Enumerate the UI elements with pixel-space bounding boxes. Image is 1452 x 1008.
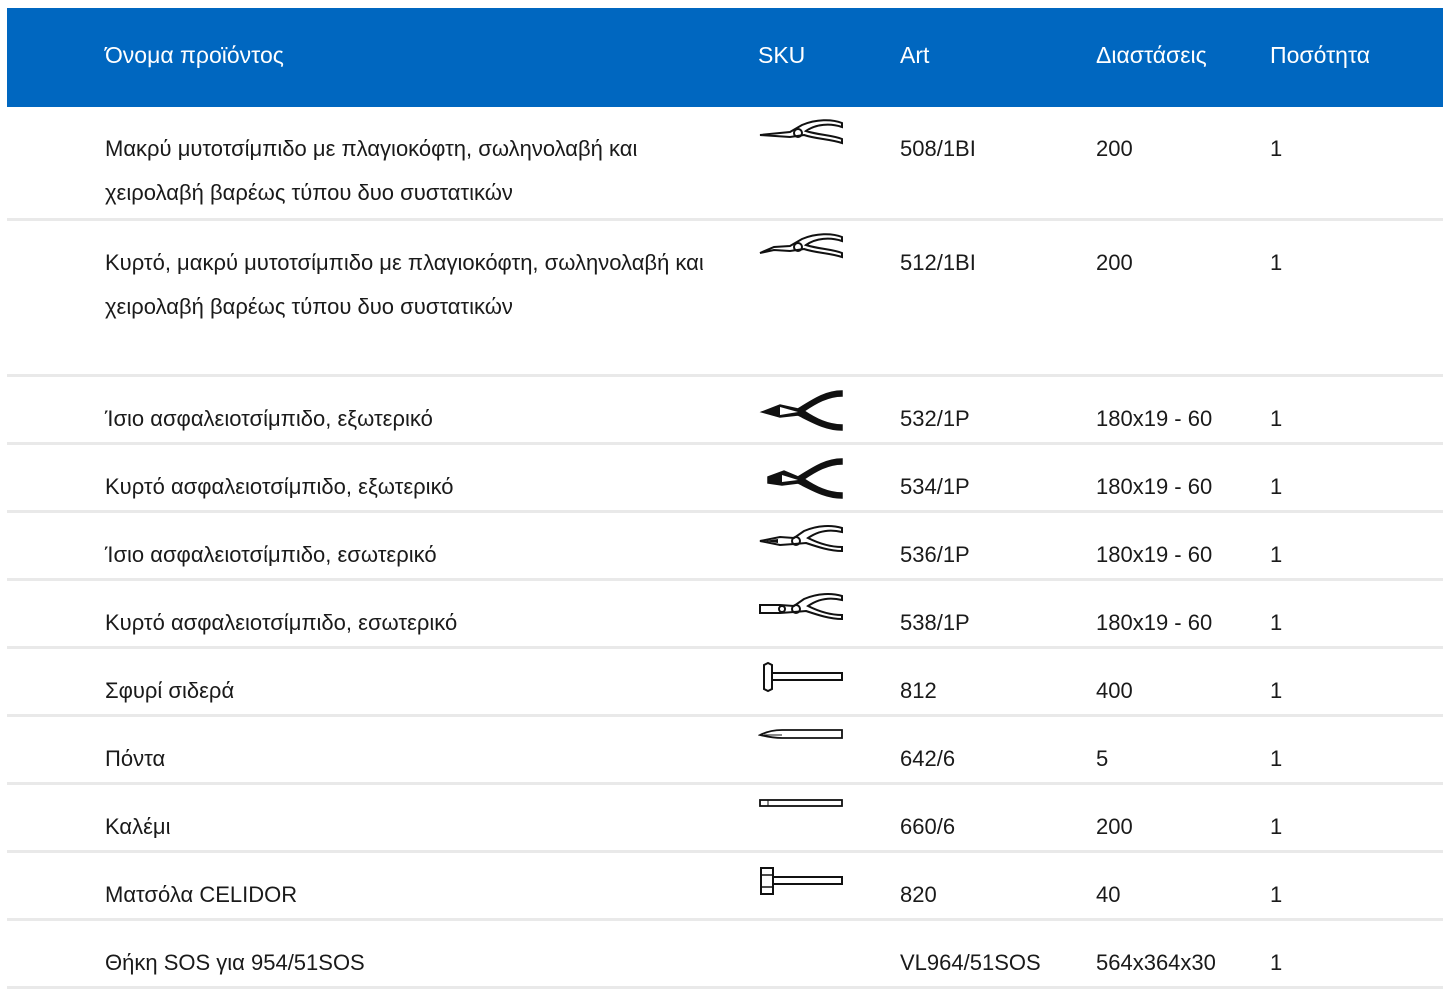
header-dimensions[interactable]: Διαστάσεις	[1096, 41, 1207, 69]
quantity-cell: 1	[1270, 950, 1283, 975]
punch-icon	[758, 729, 844, 775]
product-name-cell: Κυρτό ασφαλειοτσίμπιδο, εσωτερικό	[105, 610, 458, 635]
art-cell: 512/1BI	[900, 250, 976, 275]
bent-long-nose-pliers-icon	[758, 233, 844, 279]
dimensions-cell: 200	[1096, 814, 1133, 839]
art-cell: VL964/51SOS	[900, 950, 1041, 975]
table-row: Κυρτό, μακρύ μυτοτσίμπιδο με πλαγιοκόφτη…	[7, 221, 1443, 377]
product-name-cell: Ίσιο ασφαλειοτσίμπιδο, εξωτερικό	[105, 406, 433, 431]
chisel-icon	[758, 797, 844, 843]
art-cell: 812	[900, 678, 937, 703]
dimensions-cell: 180x19 - 60	[1096, 406, 1213, 431]
products-table: Όνομα προϊόντος SKU Art Διαστάσεις Ποσότ…	[7, 8, 1443, 989]
product-name-cell: Μακρύ μυτοτσίμπιδο με πλαγιοκόφτη, σωλην…	[105, 136, 638, 205]
product-name-cell: Κυρτό ασφαλειοτσίμπιδο, εξωτερικό	[105, 474, 454, 499]
product-name-cell: Σφυρί σιδερά	[105, 678, 235, 703]
table-row: Ματσόλα CELIDOR 820 40 1	[7, 853, 1443, 921]
quantity-cell: 1	[1270, 882, 1283, 907]
quantity-cell: 1	[1270, 406, 1283, 431]
product-name-cell: Καλέμι	[105, 814, 171, 839]
quantity-cell: 1	[1270, 250, 1283, 275]
table-row: Πόντα 642/6 5 1	[7, 717, 1443, 785]
quantity-cell: 1	[1270, 678, 1283, 703]
art-cell: 534/1P	[900, 474, 970, 499]
bent-internal-circlip-pliers-icon	[758, 593, 844, 639]
product-name-cell: Ίσιο ασφαλειοτσίμπιδο, εσωτερικό	[105, 542, 437, 567]
table-row: Ίσιο ασφαλειοτσίμπιδο, εσωτερικό 536/1P 18…	[7, 513, 1443, 581]
dimensions-cell: 200	[1096, 136, 1133, 161]
dimensions-cell: 180x19 - 60	[1096, 474, 1213, 499]
art-cell: 508/1BI	[900, 136, 976, 161]
dimensions-cell: 40	[1096, 882, 1121, 907]
table-row: Καλέμι 660/6 200 1	[7, 785, 1443, 853]
art-cell: 642/6	[900, 746, 956, 771]
product-name-cell: Κυρτό, μακρύ μυτοτσίμπιδο με πλαγιοκόφτη…	[105, 250, 704, 319]
table-row: Κυρτό ασφαλειοτσίμπιδο, εξωτερικό 534/1P 1…	[7, 445, 1443, 513]
art-cell: 536/1P	[900, 542, 970, 567]
table-row: Κυρτό ασφαλειοτσίμπιδο, εσωτερικό 538/1P 1…	[7, 581, 1443, 649]
product-name-cell: Θήκη SOS για 954/51SOS	[105, 950, 365, 975]
table-body: Μακρύ μυτοτσίμπιδο με πλαγιοκόφτη, σωλην…	[7, 107, 1443, 989]
quantity-cell: 1	[1270, 610, 1283, 635]
art-cell: 538/1P	[900, 610, 970, 635]
product-name-cell: Πόντα	[105, 746, 166, 771]
dimensions-cell: 180x19 - 60	[1096, 610, 1213, 635]
table-row: Μακρύ μυτοτσίμπιδο με πλαγιοκόφτη, σωλην…	[7, 107, 1443, 221]
header-sku[interactable]: SKU	[758, 41, 805, 69]
dimensions-cell: 400	[1096, 678, 1133, 703]
header-quantity[interactable]: Ποσότητα	[1270, 41, 1370, 69]
art-cell: 532/1P	[900, 406, 970, 431]
header-product-name[interactable]: Όνομα προϊόντος	[105, 41, 284, 69]
straight-internal-circlip-pliers-icon	[758, 525, 844, 571]
dimensions-cell: 564x364x30	[1096, 950, 1216, 975]
art-cell: 660/6	[900, 814, 956, 839]
quantity-cell: 1	[1270, 814, 1283, 839]
quantity-cell: 1	[1270, 746, 1283, 771]
bent-external-circlip-pliers-icon	[758, 457, 844, 503]
table-row: Ίσιο ασφαλειοτσίμπιδο, εξωτερικό 532/1P 18…	[7, 377, 1443, 445]
dimensions-cell: 200	[1096, 250, 1133, 275]
dimensions-cell: 5	[1096, 746, 1109, 771]
long-nose-pliers-icon	[758, 119, 844, 165]
straight-external-circlip-pliers-icon	[758, 389, 844, 435]
table-row: Σφυρί σιδερά 812 400 1	[7, 649, 1443, 717]
dimensions-cell: 180x19 - 60	[1096, 542, 1213, 567]
table-header: Όνομα προϊόντος SKU Art Διαστάσεις Ποσότ…	[7, 8, 1443, 107]
product-name-cell: Ματσόλα CELIDOR	[105, 882, 298, 907]
quantity-cell: 1	[1270, 474, 1283, 499]
quantity-cell: 1	[1270, 542, 1283, 567]
art-cell: 820	[900, 882, 937, 907]
header-art[interactable]: Art	[900, 41, 929, 69]
hammer-icon	[758, 661, 844, 707]
table-row: Θήκη SOS για 954/51SOS VL964/51SOS 564x364…	[7, 921, 1443, 989]
quantity-cell: 1	[1270, 136, 1283, 161]
mallet-icon	[758, 865, 844, 911]
